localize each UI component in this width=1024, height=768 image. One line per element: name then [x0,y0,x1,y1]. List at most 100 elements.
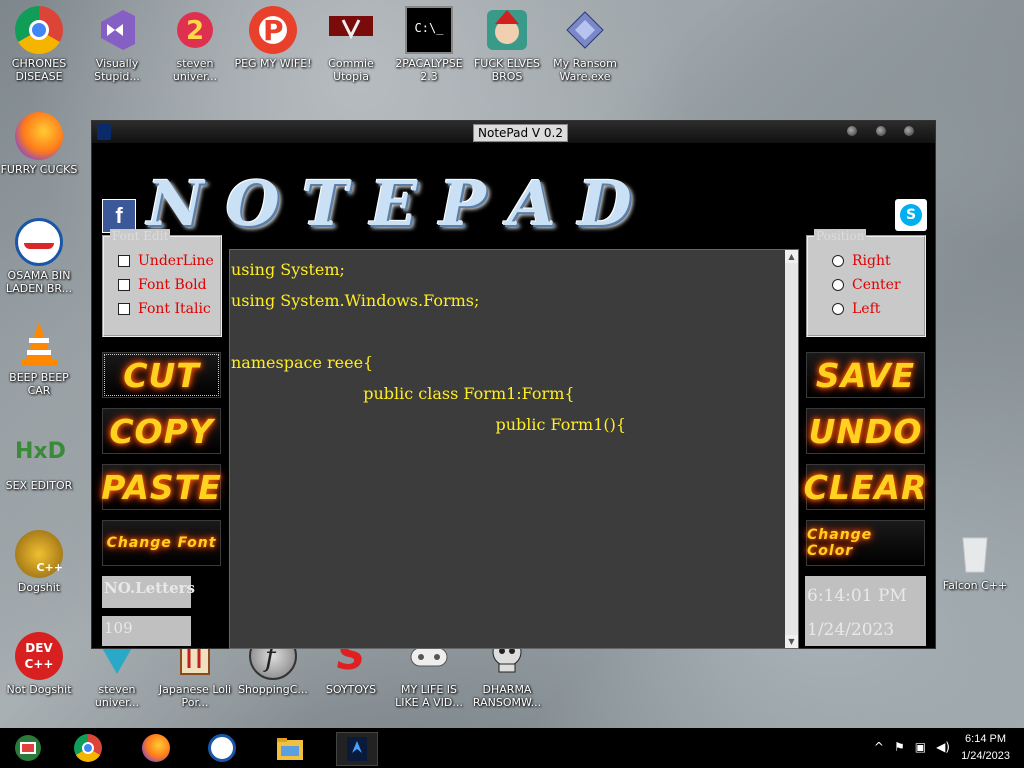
banner-letter: T [301,166,352,240]
desktop-icon-steven-universe[interactable]: 2 steven univer... [156,6,234,83]
italic-checkbox[interactable]: Font Italic [118,297,214,321]
elf-icon [483,6,531,54]
firefox-icon[interactable] [136,732,176,764]
task-manager-icon[interactable] [8,732,48,764]
firefox-icon [15,112,63,160]
system-tray: ^ ⚑ ▣ ◀) [874,740,950,754]
desktop-icon-obama[interactable]: OSAMA BIN LADEN BR... [0,218,78,295]
hxd-icon: HxD [15,439,66,464]
maximize-button[interactable] [876,126,886,136]
notepad-app-icon[interactable] [336,732,378,766]
desktop-icon-firefox[interactable]: FURRY CUCKS [0,112,78,176]
exe-icon [561,6,609,54]
title-bar[interactable]: NotePad V 0.2 [92,121,935,143]
banner-letter: P [439,166,490,240]
close-button[interactable] [904,126,914,136]
align-left-radio[interactable]: Left [832,297,901,321]
clear-button[interactable]: CLEAR [804,464,926,510]
cmd-icon: C:\_ [405,6,453,54]
window-title: NotePad V 0.2 [473,124,568,142]
chevron-up-icon[interactable]: ^ [874,740,884,754]
paste-button[interactable]: PASTE [101,464,221,510]
skype-icon[interactable]: S [895,199,927,231]
underline-checkbox[interactable]: UnderLine [118,249,214,273]
obama-icon [15,218,63,266]
taskbar-time: 6:14 PM [965,733,1007,745]
volume-icon[interactable]: ◀) [936,740,950,754]
scroll-up-arrow-icon[interactable]: ▲ [785,250,798,263]
desktop-icon-falcon[interactable]: Falcon C++ [936,528,1014,592]
network-icon[interactable]: ▣ [915,740,926,754]
align-right-radio[interactable]: Right [832,249,901,273]
minimize-button[interactable] [847,126,857,136]
checkbox-box[interactable] [118,303,130,315]
desktop-icon-devcpp[interactable]: DEV C++ Not Dogshit [0,632,78,696]
banner-letter: E [369,166,422,240]
svg-text:2: 2 [186,16,204,46]
checkbox-label: Font Bold [138,277,207,293]
peggle-icon: P [249,6,297,54]
radio-circle[interactable] [832,255,844,267]
radio-label: Left [852,301,881,317]
position-title: Position [814,229,867,243]
desktop-icon-codeblocks[interactable]: C++ Dogshit [0,530,78,594]
align-center-radio[interactable]: Center [832,273,901,297]
checkbox-box[interactable] [118,279,130,291]
chrome-icon[interactable] [68,732,108,764]
change-font-button[interactable]: Change Font [102,520,221,566]
steven-universe-icon: 2 [171,6,219,54]
desktop-icon-peggle[interactable]: P PEG MY WIFE! [234,6,312,70]
font-edit-title: Font Edit [110,229,171,243]
undo-button[interactable]: UNDO [806,408,925,454]
facebook-icon[interactable]: f [102,199,136,233]
font-edit-group: Font Edit UnderLine Font Bold Font Itali… [102,229,222,337]
devcpp-icon: DEV C++ [15,632,63,680]
checkbox-label: Font Italic [138,301,211,317]
radio-circle[interactable] [832,279,844,291]
clock-time: 6:14:01 PM [807,586,907,606]
notepad-banner-logo: N O T E P A D [147,163,867,243]
save-button[interactable]: SAVE [806,352,925,398]
desktop-icon-2pacalypse[interactable]: C:\_ 2PACALYPSE 2.3 [390,6,468,83]
taskbar-date: 1/24/2023 [961,750,1010,762]
radio-circle[interactable] [832,303,844,315]
desktop-icon-elf[interactable]: FUCK ELVES BROS [468,6,546,83]
notepad-window: NotePad V 0.2 f N O T E P A D S Font Edi… [91,120,936,649]
vertical-scrollbar[interactable]: ▲ ▼ [785,250,798,648]
position-group: Position Right Center Left [806,229,926,337]
letters-count: 109 [102,616,191,646]
checkbox-label: UnderLine [138,253,214,269]
letters-label: NO.Letters [102,576,195,608]
editor-text[interactable]: using System; using System.Windows.Forms… [231,254,784,440]
scroll-down-arrow-icon[interactable]: ▼ [785,635,798,648]
obama-icon[interactable] [202,732,242,764]
flag-icon[interactable]: ⚑ [894,740,905,754]
checkbox-box[interactable] [118,255,130,267]
window-body: f N O T E P A D S Font Edit UnderLine Fo… [92,143,935,649]
desktop-icon-visual-studio[interactable]: Visually Stupid... [78,6,156,83]
clock-date: 1/24/2023 [807,620,895,640]
cut-button[interactable]: CUT [102,352,221,398]
text-editor[interactable]: using System; using System.Windows.Forms… [229,249,799,649]
desktop-icon-commie-utopia[interactable]: Commie Utopia [312,6,390,83]
banner-letter: O [225,166,284,240]
desktop-icon-vlc[interactable]: BEEP BEEP CAR [0,320,78,397]
radio-label: Right [852,253,891,269]
copy-button[interactable]: COPY [102,408,221,454]
app-icon [97,124,111,140]
vlc-icon [15,320,63,368]
bold-checkbox[interactable]: Font Bold [118,273,214,297]
desktop-icon-ransomware[interactable]: My Ransom Ware.exe [546,6,624,83]
visual-studio-icon [93,6,141,54]
radio-label: Center [852,277,901,293]
taskbar-clock[interactable]: 6:14 PM 1/24/2023 [961,731,1010,765]
recycle-bin-icon [951,528,999,576]
clock-display: 6:14:01 PM 1/24/2023 [805,576,926,646]
commie-utopia-icon [327,6,375,54]
desktop-icon-chrones[interactable]: CHRONES DISEASE [0,6,78,83]
file-explorer-icon[interactable] [270,732,310,764]
desktop-icon-hxd[interactable]: HxD SEX EDITOR [0,428,78,492]
change-color-button[interactable]: Change Color [806,520,925,566]
codeblocks-icon: C++ [15,530,63,578]
banner-letter: A [507,166,560,240]
